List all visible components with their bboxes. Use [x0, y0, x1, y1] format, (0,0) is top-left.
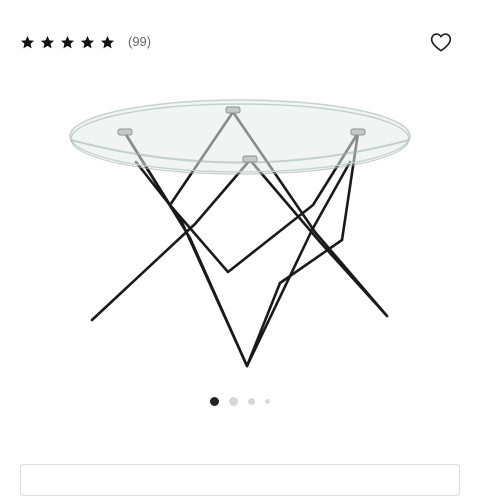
rating-summary[interactable]: (99): [20, 30, 151, 54]
star-icon: [20, 35, 35, 48]
heart-outline-icon: [430, 33, 452, 52]
product-image-glass-coffee-table[interactable]: [0, 80, 480, 380]
carousel-dot[interactable]: [229, 396, 238, 406]
star-icon: [60, 35, 75, 48]
carousel-dot-active[interactable]: [210, 396, 219, 406]
carousel-dots[interactable]: [0, 394, 480, 408]
review-count[interactable]: (99): [128, 30, 151, 54]
carousel-dot[interactable]: [248, 397, 255, 405]
wishlist-button[interactable]: [429, 30, 453, 54]
carousel-dot[interactable]: [265, 398, 270, 404]
star-icon: [40, 35, 55, 48]
options-card[interactable]: [20, 464, 460, 496]
star-icon: [80, 35, 95, 48]
star-icon: [100, 35, 115, 48]
star-rating: [20, 35, 120, 50]
